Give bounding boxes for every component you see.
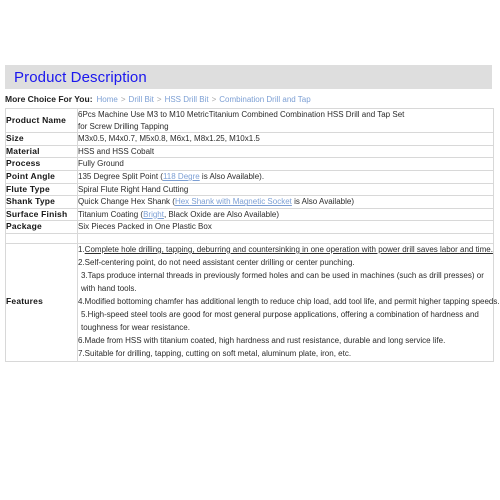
feature-number: 3. [81,270,88,280]
breadcrumb-item-drill-bit[interactable]: Drill Bit [129,95,154,104]
feature-line: 2.Self-centering point, do not need assi… [78,257,493,270]
product-name-line-2: for Screw Drilling Tapping [78,121,169,131]
feature-line: 6.Made from HSS with titanium coated, hi… [78,335,493,348]
row-value-process: Fully Ground [77,157,494,171]
row-value-size: M3x0.5, M4x0.7, M5x0.8, M6x1, M8x1.25, M… [77,132,494,146]
breadcrumb-item-combination-drill-and-tap[interactable]: Combination Drill and Tap [219,95,310,104]
feature-text: Self-centering point, do not need assist… [84,257,355,267]
row-label-surface-finish: Surface Finish [5,207,78,222]
feature-line: 3.Taps produce internal threads in previ… [78,270,493,296]
feature-text: High-speed steel tools are good for most… [81,309,479,332]
feature-line: 7.Suitable for drilling, tapping, cuttin… [78,348,493,361]
feature-text: Modified bottoming chamfer has additiona… [84,296,500,306]
row-value-package: Six Pieces Packed in One Plastic Box [77,220,494,234]
breadcrumb-separator: > [156,94,162,104]
breadcrumb-item-hss-drill-bit[interactable]: HSS Drill Bit [165,95,209,104]
row-label-point-angle: Point Angle [5,169,78,184]
point-angle-alt-link[interactable]: 118 Degre [163,172,200,181]
breadcrumb-label: More Choice For You: [5,94,93,104]
feature-line: 5.High-speed steel tools are good for mo… [78,309,493,335]
point-angle-suffix: is Also Available). [199,171,265,181]
feature-text: Suitable for drilling, tapping, cutting … [84,348,352,358]
feature-number: 6. [78,335,85,345]
row-value-flute-type: Spiral Flute Right Hand Cutting [77,182,494,197]
specification-table: Product Name 6Pcs Machine Use M3 to M10 … [5,107,500,362]
feature-text: Taps produce internal threads in previou… [81,270,484,293]
row-label-package: Package [5,220,78,234]
spacer-label-cell [5,232,78,244]
page-title: Product Description [14,68,147,86]
spacer-value-cell [77,232,494,244]
table-row: Surface Finish Titanium Coating (Bright,… [5,207,494,222]
row-value-shank-type: Quick Change Hex Shank (Hex Shank with M… [77,195,494,209]
breadcrumb-separator: > [211,94,217,104]
table-row: Process Fully Ground [5,157,494,171]
shank-type-suffix: is Also Available) [291,197,354,207]
table-row-features: Features 1.Complete hole drilling, tappi… [5,242,500,362]
table-row: Point Angle 135 Degree Split Point (118 … [5,169,494,184]
table-row: Size M3x0.5, M4x0.7, M5x0.8, M6x1, M8x1.… [5,132,494,146]
feature-number: 4. [78,296,85,306]
section-header-bar: Product Description [5,65,492,89]
row-value-features: 1.Complete hole drilling, tapping, debur… [77,242,500,362]
table-row-spacer [5,232,494,244]
product-name-line-1: 6Pcs Machine Use M3 to M10 MetricTitaniu… [78,110,405,119]
shank-type-alt-link[interactable]: Hex Shank with Magnetic Socket [175,197,292,206]
row-label-size: Size [5,132,78,146]
feature-text: Made from HSS with titanium coated, high… [84,335,446,345]
row-label-shank-type: Shank Type [5,195,78,209]
table-row: Material HSS and HSS Cobalt [5,144,494,159]
row-label-product-name: Product Name [5,107,78,134]
feature-line: 1.Complete hole drilling, tapping, debur… [78,244,493,257]
surface-finish-prefix: Titanium Coating ( [78,209,144,219]
table-row: Product Name 6Pcs Machine Use M3 to M10 … [5,107,494,134]
row-value-material: HSS and HSS Cobalt [77,144,494,159]
breadcrumb: More Choice For You: Home > Drill Bit > … [5,93,492,105]
feature-line: 4.Modified bottoming chamfer has additio… [78,296,500,309]
row-label-material: Material [5,144,78,159]
point-angle-prefix: 135 Degree Split Point ( [78,171,163,181]
feature-number: 1. [78,244,85,254]
feature-number: 2. [78,257,85,267]
breadcrumb-item-home[interactable]: Home [97,95,118,104]
product-description-page: Product Description More Choice For You:… [0,0,500,500]
row-value-point-angle: 135 Degree Split Point (118 Degre is Als… [77,169,494,184]
surface-finish-suffix: , Black Oxide are Also Available) [163,209,279,219]
feature-number: 5. [81,309,88,319]
row-label-process: Process [5,157,78,171]
feature-number: 7. [78,348,85,358]
feature-text: Complete hole drilling, tapping, deburri… [84,244,493,254]
row-value-surface-finish: Titanium Coating (Bright, Black Oxide ar… [77,207,494,222]
table-row: Shank Type Quick Change Hex Shank (Hex S… [5,195,494,209]
surface-finish-alt-link[interactable]: Bright [143,210,164,219]
shank-type-prefix: Quick Change Hex Shank ( [78,197,175,207]
row-label-flute-type: Flute Type [5,182,78,197]
row-label-features: Features [5,242,78,362]
row-value-product-name: 6Pcs Machine Use M3 to M10 MetricTitaniu… [77,107,494,134]
table-row: Package Six Pieces Packed in One Plastic… [5,220,494,234]
table-row: Flute Type Spiral Flute Right Hand Cutti… [5,182,494,197]
breadcrumb-separator: > [120,94,126,104]
